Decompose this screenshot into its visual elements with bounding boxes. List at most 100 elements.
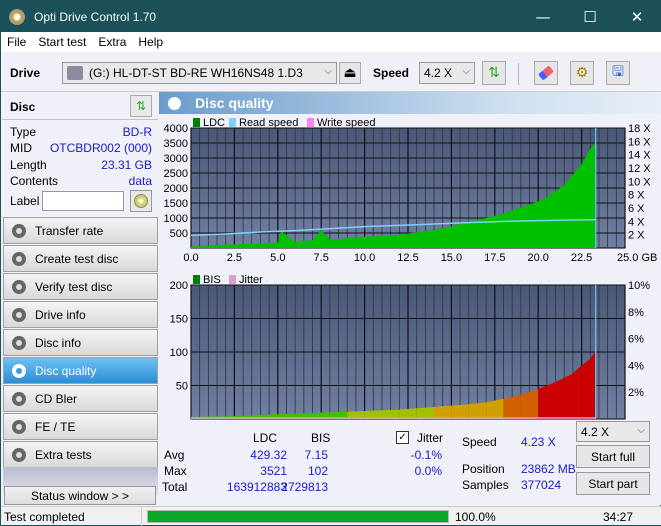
- left-panel: Disc ⇅ Type BD-R MID OTCBDR002 (000) Lengt…: [2, 92, 158, 505]
- chevron-down-icon: ⌵: [462, 66, 470, 77]
- nav-label: Transfer rate: [35, 223, 104, 238]
- nav-disc-info[interactable]: Disc info: [3, 329, 158, 356]
- y2-tick-label: 10%: [628, 280, 650, 292]
- test-speed-value: 4.2 X: [581, 424, 610, 439]
- nav-label: Disc quality: [35, 363, 97, 378]
- legend-label-read-speed: Read speed: [239, 117, 298, 129]
- y-tick-label: 2000: [164, 183, 188, 195]
- nav-create-test-disc[interactable]: Create test disc: [3, 245, 158, 272]
- minimize-button[interactable]: —: [520, 1, 566, 32]
- test-speed-select[interactable]: 4.2 X ⌵: [576, 421, 650, 442]
- status-window-button[interactable]: Status window > >: [4, 486, 156, 505]
- stats-total-ldc: 163912883: [226, 480, 287, 494]
- settings-button[interactable]: ⚙: [570, 61, 594, 85]
- nav-label: CD Bler: [35, 391, 78, 406]
- drive-select[interactable]: (G:) HL-DT-ST BD-RE WH16NS48 1.D3 ⌵: [62, 62, 337, 84]
- refresh-button[interactable]: ⇅: [482, 61, 506, 85]
- stats-avg-jitter: -0.1%: [410, 448, 442, 462]
- drive-select-value: (G:) HL-DT-ST BD-RE WH16NS48 1.D3: [89, 66, 303, 80]
- close-button[interactable]: ✕: [614, 1, 660, 32]
- bis-bar: [416, 406, 435, 419]
- y-tick-label: 4000: [164, 123, 188, 135]
- y2-tick-label: 10 X: [628, 176, 651, 188]
- maximize-button[interactable]: ☐: [567, 1, 613, 32]
- bis-bar: [590, 350, 596, 419]
- disc-type-row: Type BD-R: [10, 125, 152, 141]
- speed-stat-label: Speed: [462, 435, 497, 449]
- y-tick-label: 1500: [164, 198, 188, 210]
- bis-bar: [468, 402, 487, 419]
- save-button[interactable]: 🖫: [606, 61, 630, 85]
- stats-avg-label: Avg: [164, 448, 185, 462]
- menu-file[interactable]: File: [1, 35, 32, 49]
- window-title: Opti Drive Control 1.70: [34, 9, 157, 24]
- nav-verify-test-disc[interactable]: Verify test disc: [3, 273, 158, 300]
- erase-icon: [538, 65, 554, 81]
- start-part-button[interactable]: Start part: [576, 472, 650, 495]
- erase-button[interactable]: [534, 61, 558, 85]
- title-bar: Opti Drive Control 1.70 — ☐ ✕: [1, 1, 661, 32]
- status-bar: Test completed 100.0% 34:27: [1, 506, 661, 526]
- label-key: Label: [10, 194, 40, 208]
- label-input[interactable]: [42, 191, 124, 211]
- jitter-checkbox[interactable]: ✓: [396, 431, 409, 444]
- nav-transfer-rate[interactable]: Transfer rate: [3, 217, 158, 244]
- disc-mid-key: MID: [10, 141, 32, 155]
- speed-select-value: 4.2 X: [424, 66, 453, 80]
- nav-disc-quality[interactable]: Disc quality: [3, 357, 158, 384]
- disc-contents-key: Contents: [10, 174, 59, 188]
- menu-help[interactable]: Help: [132, 35, 169, 49]
- disc-tool-icon: [12, 391, 26, 406]
- refresh-icon: ⇅: [135, 99, 147, 113]
- stats-avg-bis: 7.15: [304, 448, 328, 462]
- y-tick-label: 2500: [164, 168, 188, 180]
- stats-total-label: Total: [162, 480, 188, 494]
- x-tick-label: 0.0: [183, 252, 198, 264]
- progress-fill: [148, 511, 448, 522]
- x-tick-label: 12.5: [397, 252, 418, 264]
- disc-type-value: BD-R: [122, 125, 152, 139]
- disc-type-key: Type: [10, 125, 37, 139]
- y-tick-label: 100: [170, 347, 188, 359]
- disc-icon: [134, 194, 148, 208]
- disc-contents-value: data: [128, 174, 152, 188]
- y2-tick-label: 8 X: [628, 190, 645, 202]
- nav-fe-te[interactable]: FE / TE: [3, 413, 158, 440]
- y2-tick-label: 14 X: [628, 150, 651, 162]
- bis-bar: [581, 358, 591, 419]
- disc-tool-icon: [12, 419, 26, 434]
- disc-length-value: 23.31 GB: [101, 158, 152, 172]
- nav-label: FE / TE: [35, 419, 76, 434]
- menu-start-test[interactable]: Start test: [32, 35, 92, 49]
- bis-bar: [451, 404, 469, 419]
- stats-panel: LDC BIS Avg 429.32 7.15 Max 3521 102 Tot…: [159, 421, 661, 505]
- chevron-down-icon: ⌵: [324, 66, 332, 77]
- disc-tool-icon: [12, 335, 26, 350]
- y2-tick-label: 18 X: [628, 123, 651, 135]
- progress-bar: [147, 510, 449, 523]
- y2-tick-label: 2%: [628, 387, 644, 399]
- disc-quality-panel: Disc quality LDC Read speed Write speed 400…: [159, 92, 661, 505]
- disc-header-title: Disc: [10, 100, 36, 114]
- start-full-button[interactable]: Start full: [576, 445, 650, 468]
- disc-tool-icon: [12, 251, 26, 266]
- stats-max-jitter: 0.0%: [414, 464, 442, 478]
- elapsed-time: 34:27: [603, 510, 634, 524]
- legend-swatch-ldc: [193, 118, 200, 127]
- jitter-label: Jitter: [417, 431, 444, 445]
- nav-drive-info[interactable]: Drive info: [3, 301, 158, 328]
- eject-button[interactable]: ⏏: [339, 62, 361, 84]
- menu-extra[interactable]: Extra: [92, 35, 132, 49]
- nav-label: Verify test disc: [35, 279, 113, 294]
- label-disc-button[interactable]: [130, 190, 152, 212]
- disc-refresh-button[interactable]: ⇅: [130, 95, 152, 117]
- nav-cd-bler[interactable]: CD Bler: [3, 385, 158, 412]
- y2-tick-label: 16 X: [628, 136, 651, 148]
- disc-tool-icon: [12, 363, 26, 378]
- speed-select[interactable]: 4.2 X ⌵: [419, 62, 475, 84]
- disc-mid-value: OTCBDR002 (000): [49, 141, 152, 155]
- disc-tool-icon: [12, 223, 26, 238]
- x-tick-label: 20.0: [527, 252, 548, 264]
- nav-extra-tests[interactable]: Extra tests: [3, 441, 158, 468]
- legend-swatch-bis: [193, 275, 200, 284]
